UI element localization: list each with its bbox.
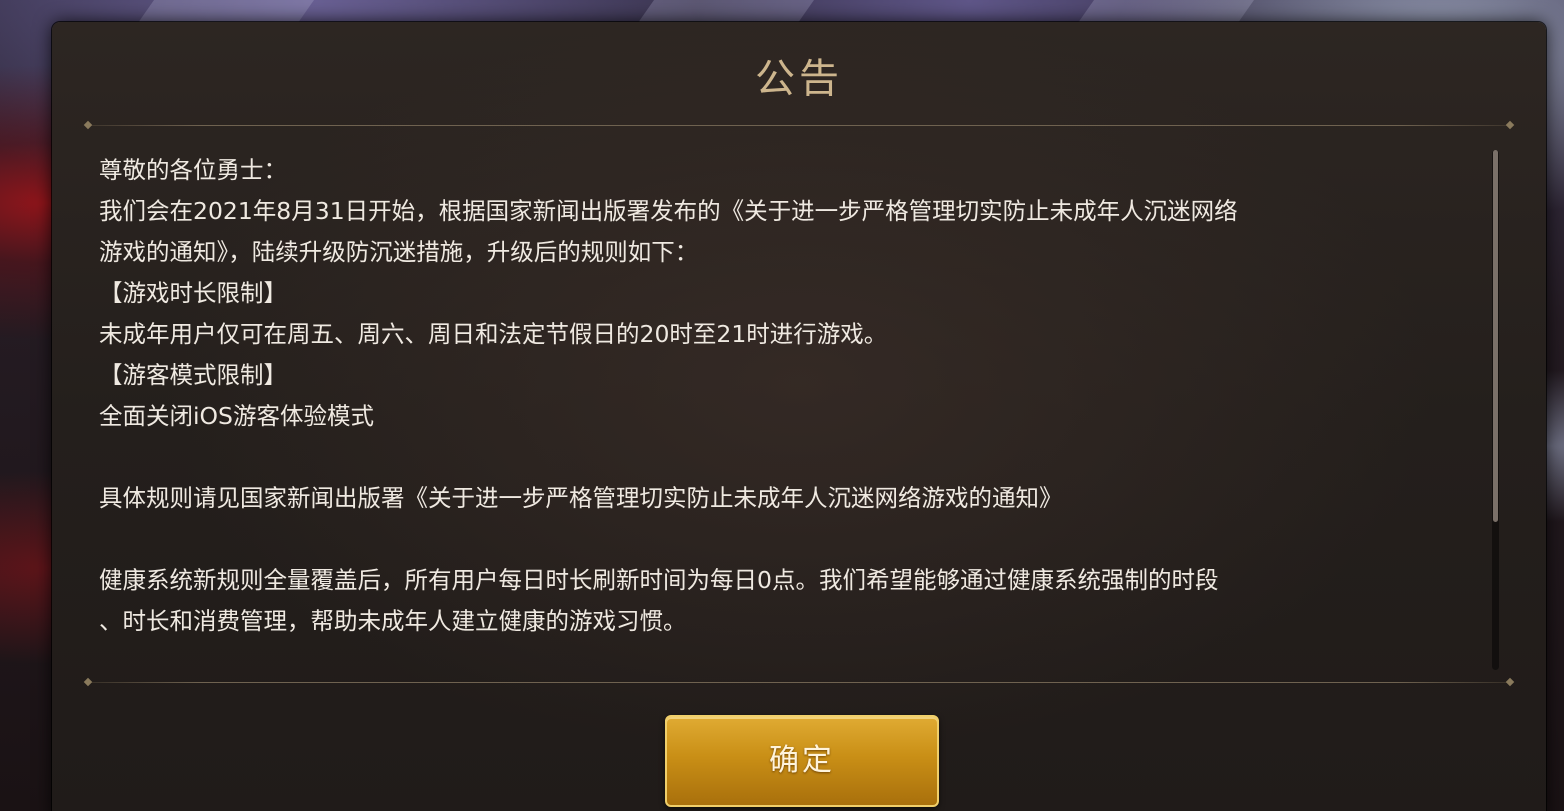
notice-section-heading: 【游客模式限制】 [99, 361, 287, 389]
notice-line: 我们会在2021年8月31日开始，根据国家新闻出版署发布的《关于进一步严格管理切… [99, 197, 1238, 225]
notice-text-area[interactable]: 尊敬的各位勇士： 我们会在2021年8月31日开始，根据国家新闻出版署发布的《关… [99, 150, 1499, 665]
title-divider [88, 125, 1510, 126]
notice-line: 游戏的通知》，陆续升级防沉迷措施，升级后的规则如下： [99, 238, 699, 266]
notice-line: 尊敬的各位勇士： [99, 156, 287, 184]
notice-blank-line [99, 437, 1499, 478]
footer-divider [88, 682, 1510, 683]
notice-line: 具体规则请见国家新闻出版署《关于进一步严格管理切实防止未成年人沉迷网络游戏的通知… [99, 484, 1063, 512]
notice-line: 健康系统新规则全量覆盖后，所有用户每日时长刷新时间为每日0点。我们希望能够通过健… [99, 566, 1219, 594]
scrollbar-thumb[interactable] [1493, 150, 1498, 522]
announcement-dialog: 公告 尊敬的各位勇士： 我们会在2021年8月31日开始，根据国家新闻出版署发布… [52, 22, 1546, 811]
notice-line: 全面关闭iOS游客体验模式 [99, 402, 374, 430]
notice-section-heading: 【游戏时长限制】 [99, 279, 287, 307]
notice-blank-line [99, 519, 1499, 560]
notice-line: 、时长和消费管理，帮助未成年人建立健康的游戏习惯。 [99, 607, 687, 635]
notice-scrollbar[interactable] [1492, 150, 1499, 670]
confirm-button[interactable]: 确定 [665, 715, 939, 807]
dialog-title: 公告 [755, 56, 843, 102]
notice-line: 未成年用户仅可在周五、周六、周日和法定节假日的20时至21时进行游戏。 [99, 320, 888, 348]
